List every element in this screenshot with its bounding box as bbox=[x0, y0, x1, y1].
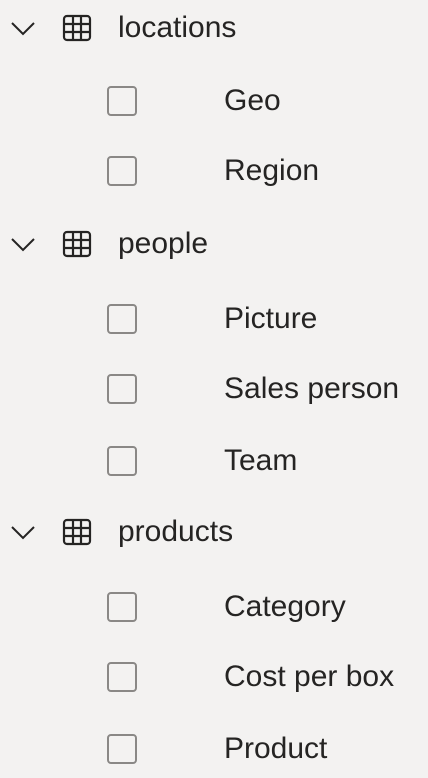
field-row-picture[interactable]: Picture bbox=[0, 296, 428, 348]
field-label: Cost per box bbox=[224, 660, 395, 693]
chevron-down-icon[interactable] bbox=[10, 234, 36, 254]
field-checkbox[interactable] bbox=[107, 446, 137, 476]
field-label: Product bbox=[224, 732, 328, 765]
table-header-people[interactable]: people bbox=[0, 218, 428, 270]
field-checkbox[interactable] bbox=[107, 374, 137, 404]
field-row-product[interactable]: Product bbox=[0, 726, 428, 778]
table-icon bbox=[62, 14, 92, 42]
field-row-region[interactable]: Region bbox=[0, 148, 428, 200]
field-label: Geo bbox=[224, 84, 281, 117]
field-row-team[interactable]: Team bbox=[0, 438, 428, 490]
field-checkbox[interactable] bbox=[107, 734, 137, 764]
chevron-down-icon[interactable] bbox=[10, 18, 36, 38]
chevron-down-icon[interactable] bbox=[10, 522, 36, 542]
table-name: locations bbox=[118, 11, 237, 44]
field-label: Picture bbox=[224, 302, 318, 335]
table-name: products bbox=[118, 515, 234, 548]
field-label: Sales person bbox=[224, 372, 400, 405]
field-checkbox[interactable] bbox=[107, 662, 137, 692]
table-icon bbox=[62, 518, 92, 546]
field-checkbox[interactable] bbox=[107, 86, 137, 116]
table-header-locations[interactable]: locations bbox=[0, 2, 428, 54]
field-row-category[interactable]: Category bbox=[0, 584, 428, 636]
table-name: people bbox=[118, 227, 209, 260]
table-header-products[interactable]: products bbox=[0, 506, 428, 558]
field-label: Region bbox=[224, 154, 320, 187]
field-label: Team bbox=[224, 444, 298, 477]
table-icon bbox=[62, 230, 92, 258]
fields-pane: locations Geo Region people Picture Sale… bbox=[0, 0, 428, 766]
field-label: Category bbox=[224, 590, 346, 623]
field-row-geo[interactable]: Geo bbox=[0, 78, 428, 130]
field-checkbox[interactable] bbox=[107, 304, 137, 334]
field-row-cost-per-box[interactable]: Cost per box bbox=[0, 654, 428, 706]
field-row-sales-person[interactable]: Sales person bbox=[0, 366, 428, 418]
field-checkbox[interactable] bbox=[107, 592, 137, 622]
field-checkbox[interactable] bbox=[107, 156, 137, 186]
